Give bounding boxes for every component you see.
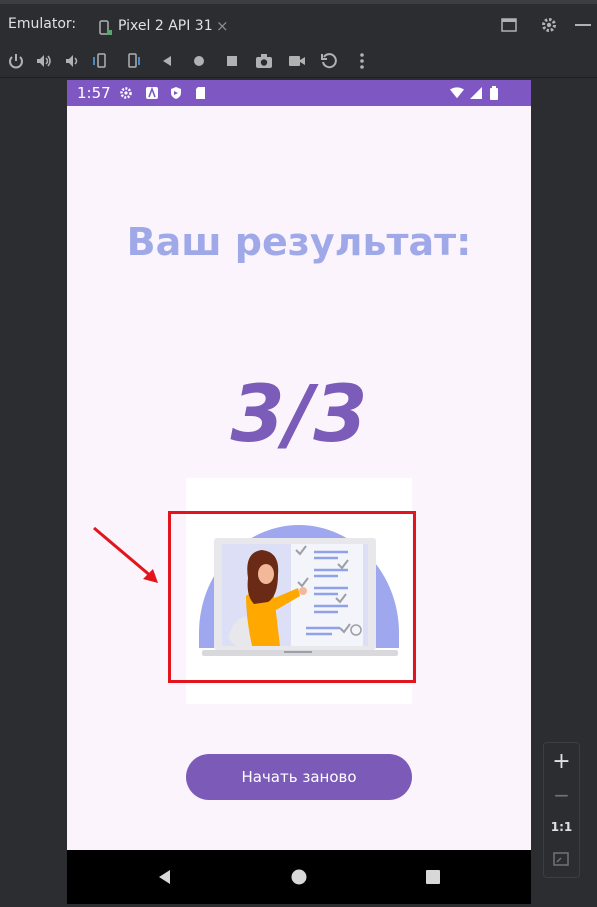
snapshot-restore-icon[interactable] — [320, 52, 338, 70]
rotate-left-icon[interactable] — [92, 52, 110, 70]
zoom-actual-size-button[interactable]: 1:1 — [544, 820, 579, 834]
minimize-icon[interactable] — [574, 16, 592, 34]
settings-notification-icon — [120, 87, 132, 99]
annotation-highlight-box — [168, 511, 416, 683]
annotation-arrow-icon — [93, 526, 158, 583]
phone-icon — [99, 20, 112, 35]
android-status-bar: 1:57 — [67, 80, 531, 106]
nav-home-icon[interactable] — [289, 867, 309, 887]
zoom-out-button[interactable]: − — [544, 783, 579, 807]
sd-card-icon — [196, 87, 205, 99]
tab-label: Pixel 2 API 31 — [118, 18, 213, 34]
tab-close-icon[interactable]: × — [216, 17, 229, 35]
nav-overview-icon[interactable] — [423, 867, 443, 887]
volume-up-icon[interactable] — [35, 52, 53, 70]
rotate-right-icon[interactable] — [124, 52, 142, 70]
zoom-controls: + − 1:1 — [543, 742, 580, 878]
phone-screen: 1:57 Ваш результат: 3/3 Начать заново — [67, 80, 531, 904]
camera-icon[interactable] — [255, 52, 273, 70]
settings-gear-icon[interactable] — [540, 16, 558, 34]
volume-down-icon[interactable] — [63, 52, 81, 70]
nav-back-icon[interactable] — [155, 867, 175, 887]
battery-icon — [490, 86, 498, 100]
overview-icon[interactable] — [223, 52, 241, 70]
restart-button[interactable]: Начать заново — [186, 754, 412, 800]
back-icon[interactable] — [158, 52, 176, 70]
emulator-label: Emulator: — [8, 16, 77, 32]
app-notification-icon — [146, 86, 158, 99]
wifi-icon — [450, 87, 464, 99]
zoom-in-button[interactable]: + — [544, 749, 579, 774]
screen-record-icon[interactable] — [288, 52, 306, 70]
emulator-toolbar — [0, 44, 597, 78]
emulator-title-bar: Emulator: Pixel 2 API 31 × — [0, 0, 597, 48]
result-title: Ваш результат: — [126, 220, 472, 264]
android-navigation-bar — [67, 850, 531, 904]
window-restore-icon[interactable] — [500, 16, 518, 34]
power-icon[interactable] — [7, 52, 25, 70]
shield-notification-icon — [171, 87, 181, 99]
status-time: 1:57 — [77, 84, 111, 102]
home-icon[interactable] — [190, 52, 208, 70]
more-options-icon[interactable] — [353, 52, 371, 70]
score-value: 3/3 — [230, 370, 368, 460]
device-tab[interactable]: Pixel 2 API 31 × — [86, 8, 240, 48]
fit-screen-icon[interactable] — [553, 851, 569, 867]
cell-signal-icon — [470, 87, 482, 99]
